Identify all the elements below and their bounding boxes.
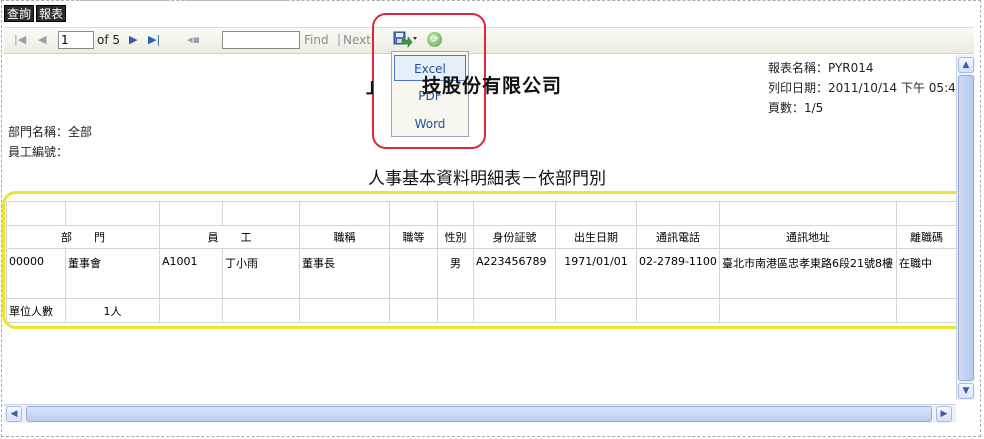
page-indicator: 頁數：1/5 bbox=[768, 101, 824, 115]
report-toolbar: |◀ ◀ 1 of 5 ▶ ▶| ◂▪ Find | Next ⟳ bbox=[4, 27, 974, 54]
highlight-annotation-yellow bbox=[2, 191, 970, 329]
scroll-left-icon[interactable]: ◀ bbox=[6, 406, 22, 422]
first-page-icon[interactable]: |◀ bbox=[14, 33, 26, 47]
print-date: 列印日期：2011/10/14 下午 05:4 bbox=[768, 81, 956, 95]
top-divider bbox=[185, 0, 290, 1]
prev-page-icon[interactable]: ◀ bbox=[38, 33, 46, 47]
scroll-right-icon[interactable]: ▶ bbox=[936, 406, 952, 422]
vertical-scrollbar[interactable]: ▲ ▼ bbox=[956, 55, 975, 400]
last-page-icon[interactable]: ▶| bbox=[148, 33, 160, 47]
next-page-icon[interactable]: ▶ bbox=[129, 33, 137, 47]
page-number-input[interactable]: 1 bbox=[58, 31, 94, 49]
tab-report[interactable]: 報表 bbox=[36, 5, 67, 22]
top-divider bbox=[80, 0, 170, 1]
toolbar-separator: | bbox=[337, 32, 342, 46]
horizontal-scrollbar[interactable]: ◀ ▶ bbox=[4, 404, 956, 423]
department-filter: 部門名稱：全部 bbox=[8, 125, 93, 139]
find-next-link[interactable]: Next bbox=[343, 33, 371, 47]
tab-query[interactable]: 查詢 bbox=[4, 5, 35, 22]
horizontal-scroll-thumb[interactable] bbox=[26, 406, 932, 422]
report-title: 人事基本資料明細表－依部門別 bbox=[368, 169, 606, 189]
company-name-fragment: 」 bbox=[366, 75, 387, 97]
scroll-up-icon[interactable]: ▲ bbox=[958, 57, 974, 73]
employee-filter: 員工編號： bbox=[8, 145, 69, 159]
back-icon[interactable]: ◂▪ bbox=[187, 33, 200, 47]
company-name-text: 技股份有限公司 bbox=[422, 75, 563, 97]
find-input[interactable] bbox=[222, 31, 300, 49]
vertical-scroll-thumb[interactable] bbox=[958, 75, 974, 381]
find-link[interactable]: Find bbox=[304, 33, 329, 47]
page-count-label: of 5 bbox=[97, 33, 121, 47]
scroll-down-icon[interactable]: ▼ bbox=[958, 383, 974, 399]
tab-bar: 查詢 報表 bbox=[4, 5, 67, 22]
company-name: 」 技股份有限公司 bbox=[366, 71, 562, 98]
report-name: 報表名稱：PYR014 bbox=[768, 61, 874, 75]
